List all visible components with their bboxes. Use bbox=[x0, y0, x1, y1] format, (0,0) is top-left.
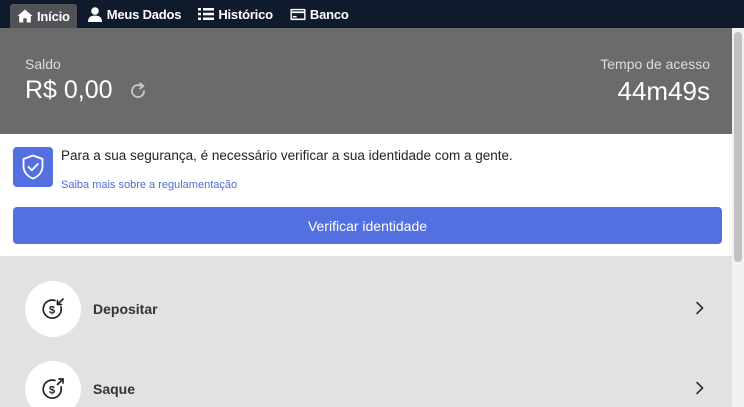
chevron-right-icon bbox=[696, 381, 704, 395]
tab-label: Meus Dados bbox=[106, 6, 182, 22]
access-time-value: 44m49s bbox=[617, 76, 711, 106]
security-message: Para a sua segurança, é necessário verif… bbox=[61, 148, 513, 163]
withdraw-label: Saque bbox=[93, 381, 136, 397]
actions-list: $ Depositar $ Saque bbox=[0, 256, 732, 407]
shield-icon bbox=[13, 147, 53, 187]
balance-header: Saldo R$ 0,00 Tempo de acesso 44m49s bbox=[0, 28, 732, 134]
withdraw-icon: $ bbox=[25, 361, 81, 407]
tab-banco[interactable]: Banco bbox=[283, 3, 356, 26]
scrollbar[interactable] bbox=[732, 28, 744, 407]
card-icon bbox=[290, 6, 306, 22]
svg-text:$: $ bbox=[49, 385, 55, 397]
tab-inicio[interactable]: Início bbox=[10, 4, 77, 28]
deposit-row[interactable]: $ Depositar bbox=[0, 256, 732, 337]
balance-value-row: R$ 0,00 bbox=[25, 76, 148, 105]
deposit-label: Depositar bbox=[93, 301, 158, 317]
regulation-link[interactable]: Saiba mais sobre a regulamentação bbox=[61, 179, 237, 191]
balance-value: R$ 0,00 bbox=[25, 76, 113, 104]
tab-meus-dados[interactable]: Meus Dados bbox=[80, 3, 189, 26]
security-card: Para a sua segurança, é necessário verif… bbox=[0, 134, 732, 256]
top-nav: Início Meus Dados Histórico Banco bbox=[0, 0, 744, 28]
list-icon bbox=[198, 6, 215, 22]
user-icon bbox=[87, 6, 103, 22]
deposit-icon: $ bbox=[25, 281, 81, 337]
svg-text:$: $ bbox=[49, 305, 55, 317]
withdraw-row[interactable]: $ Saque bbox=[0, 336, 732, 407]
chevron-right-icon bbox=[696, 301, 704, 315]
verify-identity-button[interactable]: Verificar identidade bbox=[13, 207, 722, 244]
tab-historico[interactable]: Histórico bbox=[191, 3, 280, 26]
tab-label: Banco bbox=[309, 6, 349, 22]
scrollbar-thumb[interactable] bbox=[734, 32, 742, 262]
tab-label: Histórico bbox=[218, 6, 273, 22]
refresh-icon[interactable] bbox=[128, 81, 148, 101]
balance-label: Saldo bbox=[25, 56, 61, 72]
access-time-label: Tempo de acesso bbox=[600, 56, 710, 72]
home-icon bbox=[17, 8, 33, 24]
tab-label: Início bbox=[37, 8, 70, 24]
